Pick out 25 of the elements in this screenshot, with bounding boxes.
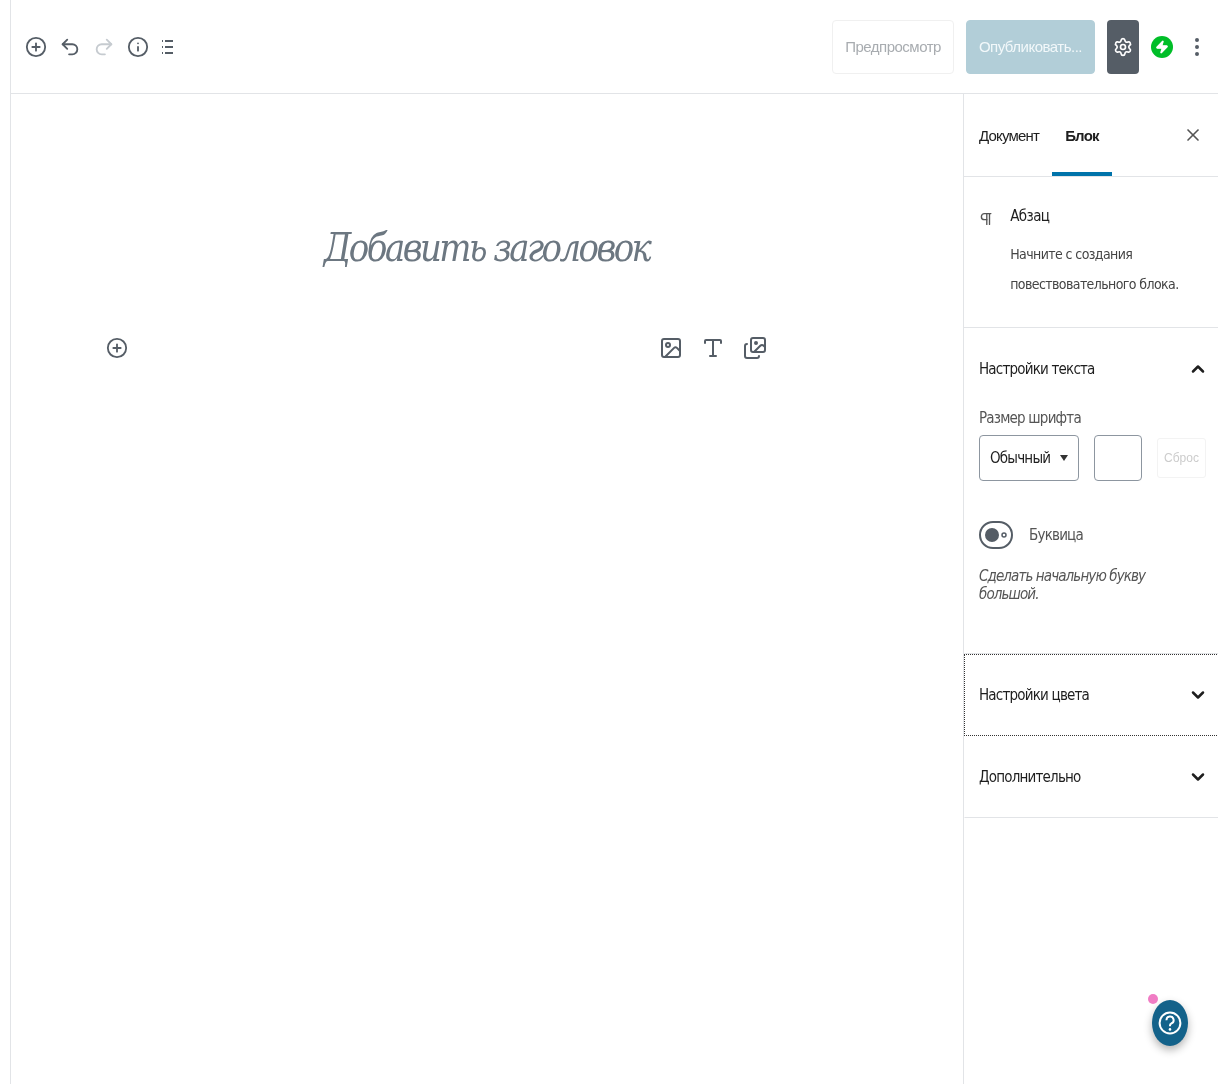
panel-toggle[interactable]: Настройки текста (965, 329, 1218, 409)
image-icon[interactable] (659, 336, 683, 360)
help-button[interactable] (1152, 1000, 1188, 1046)
custom-size-input[interactable] (1094, 435, 1142, 481)
sidebar-tab[interactable]: Блок (1052, 94, 1112, 176)
block-name: Абзац (1010, 207, 1051, 225)
off-indicator-icon (1001, 532, 1007, 538)
title-field[interactable]: Добавить заголовок (324, 224, 650, 270)
add-block-icon[interactable] (106, 337, 128, 359)
font-size-label: Размер шрифта (979, 409, 1082, 427)
sidebar-tab[interactable]: Документ (966, 94, 1053, 176)
panel-toggle[interactable]: Дополнительно (965, 737, 1218, 817)
font-size-select[interactable]: Обычный (979, 435, 1079, 481)
toggle-label: Буквица (1029, 526, 1083, 544)
gear-icon (1113, 36, 1133, 57)
toggle-switch[interactable] (979, 521, 1013, 549)
help-text: Сделать начальную букву большой. (979, 567, 1147, 603)
gallery-icon[interactable] (743, 336, 767, 360)
text-icon[interactable] (701, 336, 725, 360)
dropdown-arrow-icon (1060, 455, 1068, 461)
add-icon[interactable] (25, 35, 47, 58)
info-icon[interactable] (127, 35, 149, 58)
block-description: Начните с создания повествовательного блока. (1010, 245, 1180, 294)
panel-toggle[interactable]: Настройки цвета (965, 655, 1218, 735)
settings-button[interactable] (1107, 19, 1139, 74)
